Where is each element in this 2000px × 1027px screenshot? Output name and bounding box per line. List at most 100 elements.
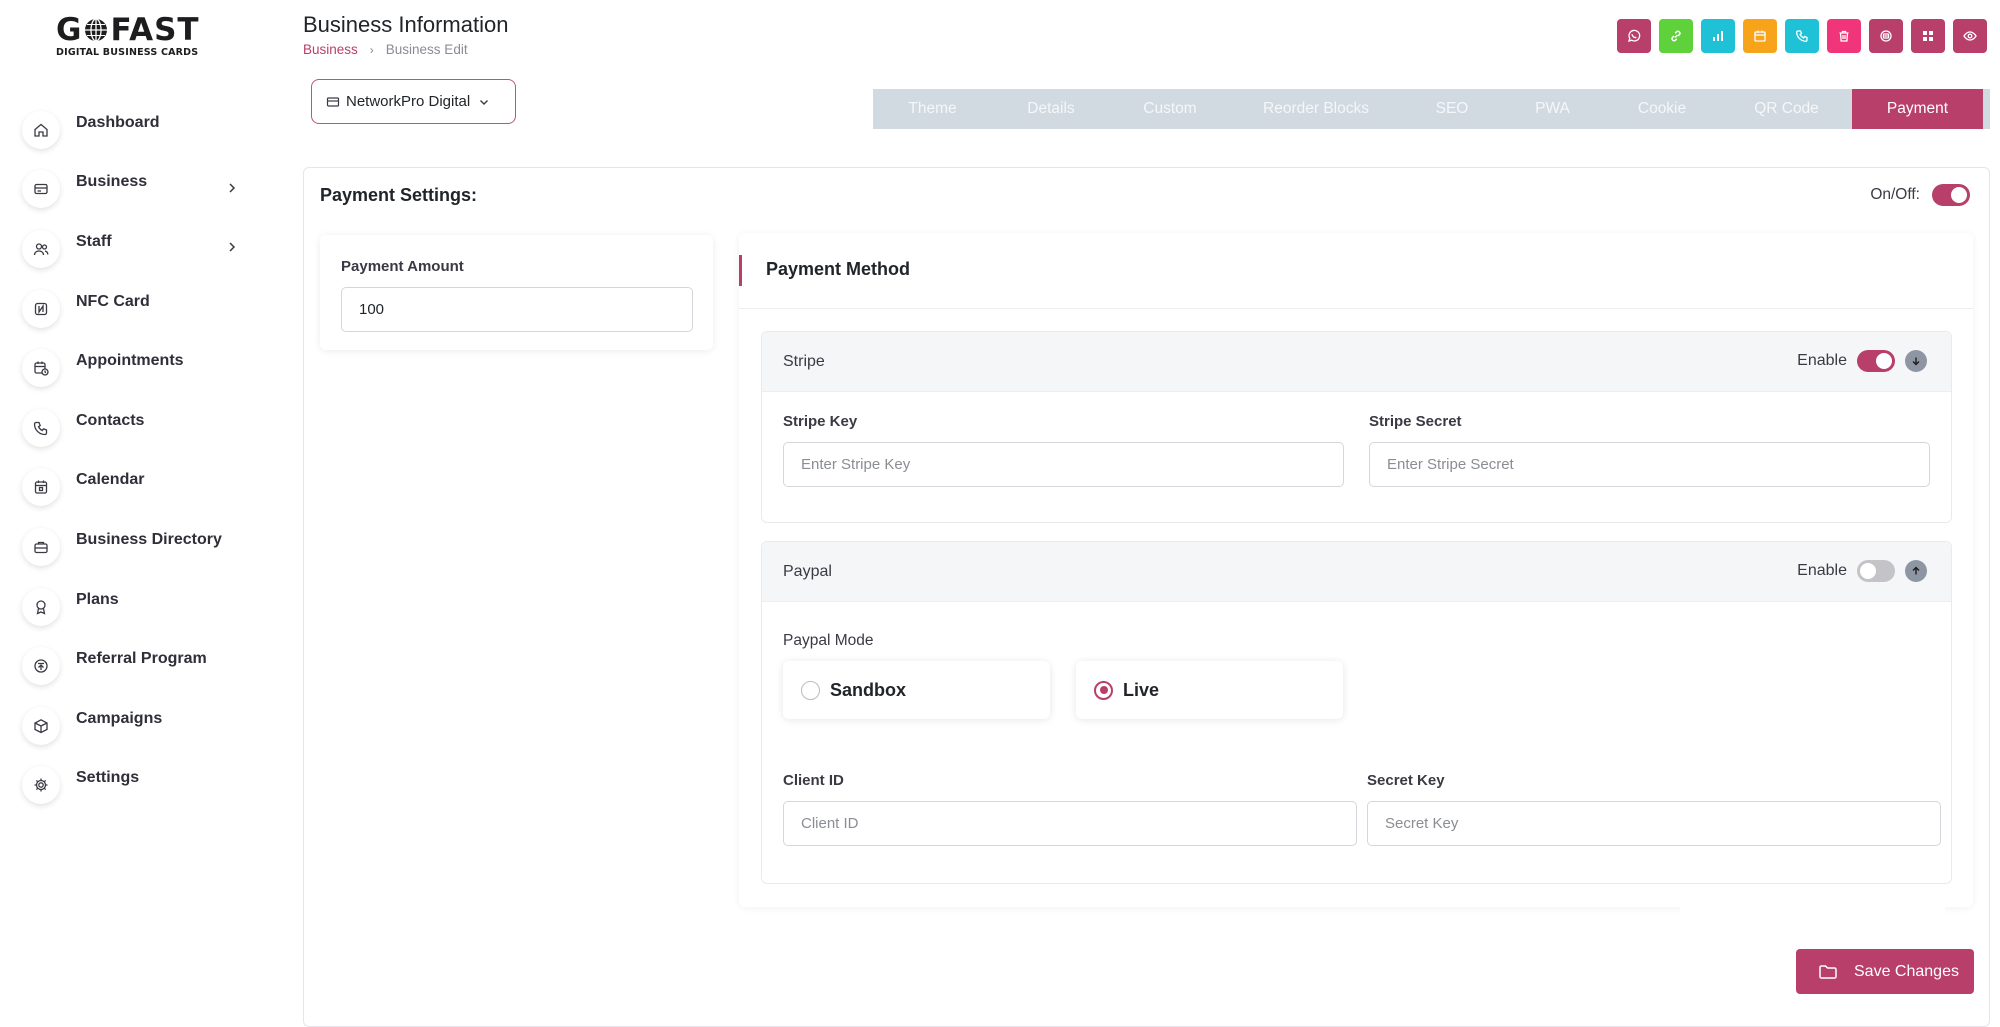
payment-amount-input[interactable]: 100 [341,287,693,332]
sidebar-item-settings[interactable]: Settings [22,752,252,812]
tab-qr-code[interactable]: QR Code [1721,89,1852,129]
page-title: Business Information [303,12,509,37]
paypal-mode-label: Paypal Mode [783,632,874,649]
paypal-toggle[interactable] [1857,560,1895,582]
payment-method-title: Payment Method [766,259,911,279]
preview-button[interactable] [1953,19,1987,53]
client-id-input[interactable]: Client ID [783,801,1357,846]
radio-label: Live [1123,679,1160,700]
payment-onoff: On/Off: [1870,184,1970,206]
breadcrumb-parent[interactable]: Business [303,42,358,57]
business-selector[interactable]: NetworkPro Digital [311,79,516,124]
sidebar-item-label: Business Directory [76,530,222,548]
payment-amount-label: Payment Amount [341,258,464,275]
trash-icon [1839,30,1849,42]
sidebar-item-plans[interactable]: Plans [22,573,252,633]
calendar-icon [22,468,60,507]
payment-method-card: Payment Method Stripe Enable Stripe Key … [739,233,1973,907]
home-icon [22,110,60,149]
tab-reorder-blocks[interactable]: Reorder Blocks [1230,89,1402,129]
stripe-enable-label: Enable [1797,352,1847,369]
stripe-key-input[interactable]: Enter Stripe Key [783,442,1344,487]
sidebar-item-campaigns[interactable]: Campaigns [22,692,252,752]
accent-bar [739,255,742,286]
tab-custom[interactable]: Custom [1110,89,1230,129]
sidebar-item-contacts[interactable]: Contacts [22,394,252,454]
radio-button[interactable] [801,680,820,700]
sidebar-item-nfc-card[interactable]: NFC Card [22,275,252,335]
paypal-header[interactable]: Paypal Enable [762,542,1951,602]
sidebar-nav: Dashboard Business Staff NFC Card Appoin… [22,96,252,811]
tab-cookie[interactable]: Cookie [1603,89,1721,129]
sidebar-item-staff[interactable]: Staff [22,215,252,275]
referral-icon [22,647,60,686]
grid-icon [1923,31,1933,41]
contacts-button[interactable] [1785,19,1819,53]
analytics-button[interactable] [1701,19,1735,53]
toggle-knob [1876,353,1892,369]
paypal-mode-live[interactable]: Live [1076,661,1343,719]
sidebar-item-calendar[interactable]: Calendar [22,454,252,514]
delete-button[interactable] [1827,19,1861,53]
appointments-button[interactable] [1743,19,1777,53]
secret-key-input[interactable]: Secret Key [1367,801,1941,846]
paypal-card: Paypal Enable Paypal Mode Sandbox Live C… [761,541,1952,884]
logo[interactable]: G FAST DIGITAL BUSINESS CARDS [56,12,216,58]
chevron-right-icon [229,183,236,193]
sidebar-item-label: Settings [76,769,140,787]
toggle-knob [1860,563,1876,579]
logo-letter-g: G [56,12,83,48]
sidebar-item-business-directory[interactable]: Business Directory [22,513,252,573]
paypal-enable: Enable [1797,560,1927,582]
paypal-enable-label: Enable [1797,562,1847,579]
sidebar-item-appointments[interactable]: Appointments [22,334,252,394]
users-icon [22,229,60,268]
sidebar-item-label: Plans [76,590,119,608]
phone-icon [22,408,60,447]
sidebar-item-label: Campaigns [76,709,163,727]
copy-link-button[interactable] [1659,19,1693,53]
stripe-card: Stripe Enable Stripe Key Enter Stripe Ke… [761,331,1952,523]
payment-amount-card: Payment Amount 100 [320,235,713,350]
save-changes-button[interactable]: Save Changes [1796,949,1974,994]
paypal-mode-sandbox[interactable]: Sandbox [783,661,1050,719]
toggle-knob [1951,187,1967,203]
blocks-button[interactable] [1911,19,1945,53]
tab-pwa[interactable]: PWA [1502,89,1603,129]
gear-icon [22,766,60,805]
stripe-secret-input[interactable]: Enter Stripe Secret [1369,442,1930,487]
payment-toggle[interactable] [1932,184,1970,206]
sidebar-item-business[interactable]: Business [22,156,252,216]
stripe-toggle[interactable] [1857,350,1895,372]
sidebar-item-label: Contacts [76,411,145,429]
stripe-title: Stripe [783,353,825,370]
whatsapp-button[interactable] [1617,19,1651,53]
tab-theme[interactable]: Theme [873,89,992,129]
header-actions [1617,19,1987,53]
radio-button[interactable] [1094,680,1113,700]
overlay-patch [1680,888,1945,958]
calendar-icon [1754,30,1766,42]
link-icon [1671,30,1681,42]
stripe-key-label: Stripe Key [783,413,858,430]
business-selector-value: NetworkPro Digital [346,93,471,110]
folder-icon [1819,964,1837,979]
stripe-collapse-button[interactable] [1905,350,1927,372]
analytics-icon [1713,31,1723,41]
whatsapp-icon [1628,29,1641,42]
card-icon [22,170,60,209]
tab-details[interactable]: Details [992,89,1110,129]
paypal-collapse-button[interactable] [1905,560,1927,582]
breadcrumb: Business › Business Edit [303,42,468,57]
print-button[interactable] [1869,19,1903,53]
sidebar-item-label: Staff [76,232,112,250]
sidebar-item-label: Business [76,173,148,191]
sidebar-item-referral-program[interactable]: Referral Program [22,632,252,692]
stripe-header[interactable]: Stripe Enable [762,332,1951,392]
tab-seo[interactable]: SEO [1402,89,1502,129]
tab-payment[interactable]: Payment [1852,89,1983,129]
stripe-enable: Enable [1797,350,1927,372]
sidebar-item-dashboard[interactable]: Dashboard [22,96,252,156]
sidebar-item-label: Calendar [76,471,145,489]
payment-settings-title: Payment Settings: [320,185,478,205]
